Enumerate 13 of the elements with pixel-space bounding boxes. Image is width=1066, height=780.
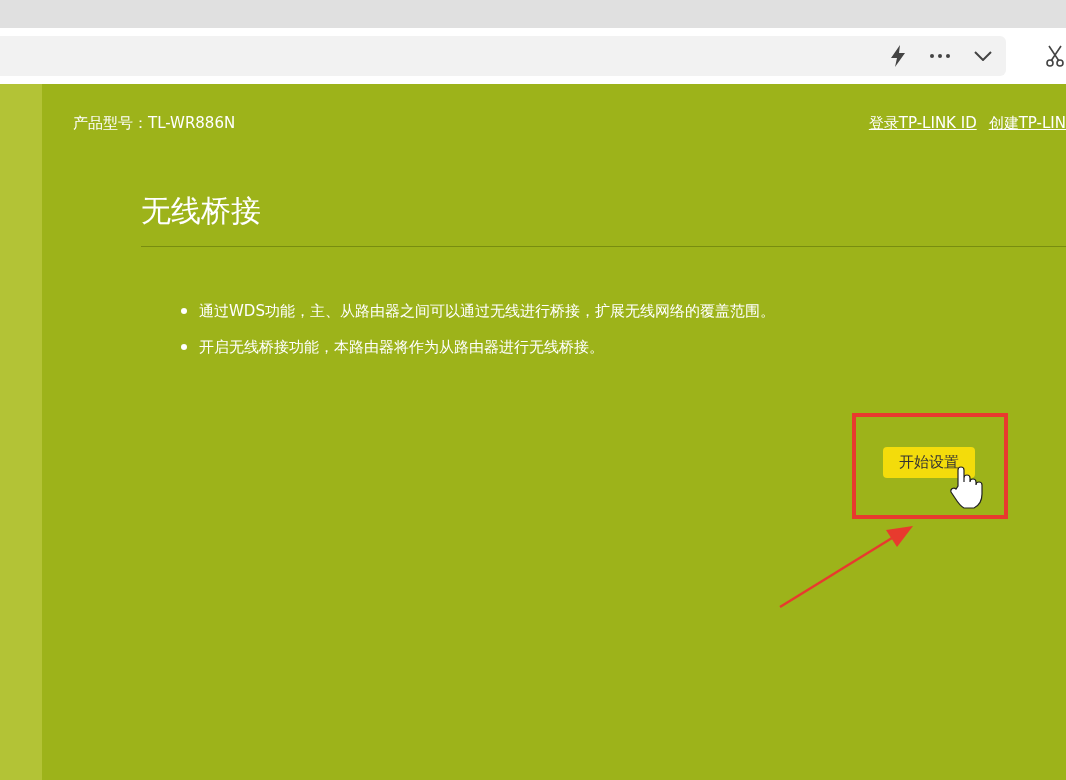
more-icon[interactable] bbox=[930, 54, 950, 58]
info-text: 开启无线桥接功能，本路由器将作为从路由器进行无线桥接。 bbox=[199, 337, 604, 357]
bullet-icon bbox=[181, 308, 187, 314]
scissors-icon[interactable] bbox=[1046, 45, 1064, 67]
page-title: 无线桥接 bbox=[141, 192, 262, 230]
bullet-icon bbox=[181, 344, 187, 350]
account-link[interactable]: 创建TP-LIN bbox=[988, 114, 1066, 133]
chevron-down-icon[interactable] bbox=[974, 51, 992, 61]
start-setup-button[interactable]: 开始设置 bbox=[883, 447, 975, 478]
account-link[interactable]: 登录TP-LINK ID bbox=[868, 114, 977, 133]
lightning-icon[interactable] bbox=[890, 45, 906, 67]
product-model: 产品型号：TL-WR886N bbox=[73, 114, 236, 133]
info-text: 通过WDS功能，主、从路由器之间可以通过无线进行桥接，扩展无线网络的覆盖范围。 bbox=[199, 301, 775, 321]
